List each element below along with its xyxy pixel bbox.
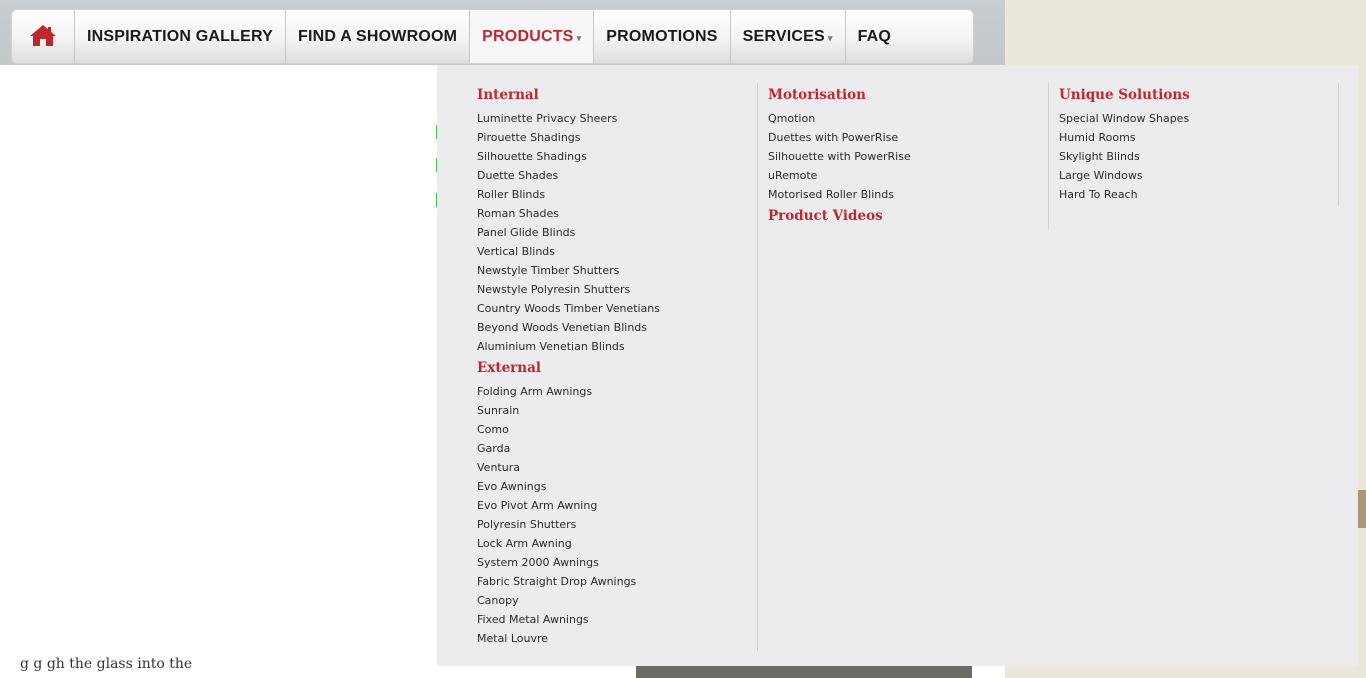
home-button[interactable] <box>12 10 75 63</box>
menu-link[interactable]: Country Woods Timber Venetians <box>477 299 757 318</box>
menu-link[interactable]: Sunrain <box>477 401 757 420</box>
home-icon <box>29 23 57 51</box>
dropdown-column-motorisation: Motorisation Qmotion Duettes with PowerRi… <box>768 83 1049 229</box>
nav-faq[interactable]: FAQ <box>846 10 904 63</box>
menu-link[interactable]: Newstyle Polyresin Shutters <box>477 280 757 299</box>
dropdown-column-internal-external: Internal Luminette Privacy Sheers Pirouet… <box>477 83 758 651</box>
menu-link[interactable]: Ventura <box>477 458 757 477</box>
menu-link[interactable]: Luminette Privacy Sheers <box>477 109 757 128</box>
menu-link[interactable]: Motorised Roller Blinds <box>768 185 1048 204</box>
motorisation-links: Qmotion Duettes with PowerRise Silhouette … <box>768 109 1048 204</box>
nav-products[interactable]: PRODUCTS ▾ <box>470 10 595 63</box>
menu-link[interactable]: Special Window Shapes <box>1059 109 1338 128</box>
nav-item-label: PRODUCTS <box>482 27 574 45</box>
menu-link[interactable]: Silhouette with PowerRise <box>768 147 1048 166</box>
nav-item-label: PROMOTIONS <box>606 27 718 45</box>
internal-links: Luminette Privacy Sheers Pirouette Shadin… <box>477 109 757 356</box>
nav-inspiration-gallery[interactable]: INSPIRATION GALLERY <box>75 10 287 63</box>
menu-link[interactable]: Pirouette Shadings <box>477 128 757 147</box>
nav-promotions[interactable]: PROMOTIONS <box>594 10 731 63</box>
menu-link[interactable]: Silhouette Shadings <box>477 147 757 166</box>
nav-find-a-showroom[interactable]: FIND A SHOWROOM <box>286 10 471 63</box>
chevron-down-icon: ▾ <box>827 32 833 43</box>
page-left-content-area <box>0 65 437 665</box>
external-links: Folding Arm Awnings Sunrain Como Garda Ventu… <box>477 382 757 648</box>
product-videos-heading[interactable]: Product Videos <box>768 204 1048 230</box>
menu-link[interactable]: Canopy <box>477 591 757 610</box>
nav-item-label: FIND A SHOWROOM <box>298 27 458 45</box>
menu-link[interactable]: System 2000 Awnings <box>477 553 757 572</box>
menu-link[interactable]: Como <box>477 420 757 439</box>
background-image-edge <box>1358 490 1366 528</box>
main-navigation: INSPIRATION GALLERY FIND A SHOWROOM PROD… <box>11 9 974 64</box>
nav-item-label: INSPIRATION GALLERY <box>87 27 274 45</box>
menu-link[interactable]: Beyond Woods Venetian Blinds <box>477 318 757 337</box>
menu-link[interactable]: Aluminium Venetian Blinds <box>477 337 757 356</box>
menu-link[interactable]: Skylight Blinds <box>1059 147 1338 166</box>
motorisation-heading[interactable]: Motorisation <box>768 83 1048 109</box>
menu-link[interactable]: Humid Rooms <box>1059 128 1338 147</box>
menu-link[interactable]: Duettes with PowerRise <box>768 128 1048 147</box>
menu-link[interactable]: Vertical Blinds <box>477 242 757 261</box>
menu-link[interactable]: Polyresin Shutters <box>477 515 757 534</box>
menu-link[interactable]: Roller Blinds <box>477 185 757 204</box>
menu-link[interactable]: Fixed Metal Awnings <box>477 610 757 629</box>
menu-link[interactable]: Folding Arm Awnings <box>477 382 757 401</box>
chevron-down-icon: ▾ <box>576 32 582 43</box>
menu-link[interactable]: Newstyle Timber Shutters <box>477 261 757 280</box>
nav-item-label: SERVICES <box>742 27 825 45</box>
nav-item-label: FAQ <box>857 27 892 45</box>
menu-link[interactable]: Hard To Reach <box>1059 185 1338 204</box>
menu-link[interactable]: Fabric Straight Drop Awnings <box>477 572 757 591</box>
menu-link[interactable]: Garda <box>477 439 757 458</box>
menu-link[interactable]: Roman Shades <box>477 204 757 223</box>
menu-link[interactable]: uRemote <box>768 166 1048 185</box>
menu-link[interactable]: Panel Glide Blinds <box>477 223 757 242</box>
menu-link[interactable]: Lock Arm Awning <box>477 534 757 553</box>
nav-services[interactable]: SERVICES ▾ <box>731 10 846 63</box>
menu-link[interactable]: Metal Louvre <box>477 629 757 648</box>
menu-link[interactable]: Evo Awnings <box>477 477 757 496</box>
menu-link[interactable]: Qmotion <box>768 109 1048 128</box>
internal-heading[interactable]: Internal <box>477 83 757 109</box>
menu-link[interactable]: Duette Shades <box>477 166 757 185</box>
products-dropdown-menu: Internal Luminette Privacy Sheers Pirouet… <box>437 65 1358 666</box>
external-heading[interactable]: External <box>477 356 757 382</box>
unique-solutions-links: Special Window Shapes Humid Rooms Skylight… <box>1059 109 1338 204</box>
menu-link[interactable]: Evo Pivot Arm Awning <box>477 496 757 515</box>
menu-link[interactable]: Large Windows <box>1059 166 1338 185</box>
dropdown-column-unique-solutions: Unique Solutions Special Window Shapes Hu… <box>1059 83 1339 206</box>
unique-solutions-heading[interactable]: Unique Solutions <box>1059 83 1338 109</box>
